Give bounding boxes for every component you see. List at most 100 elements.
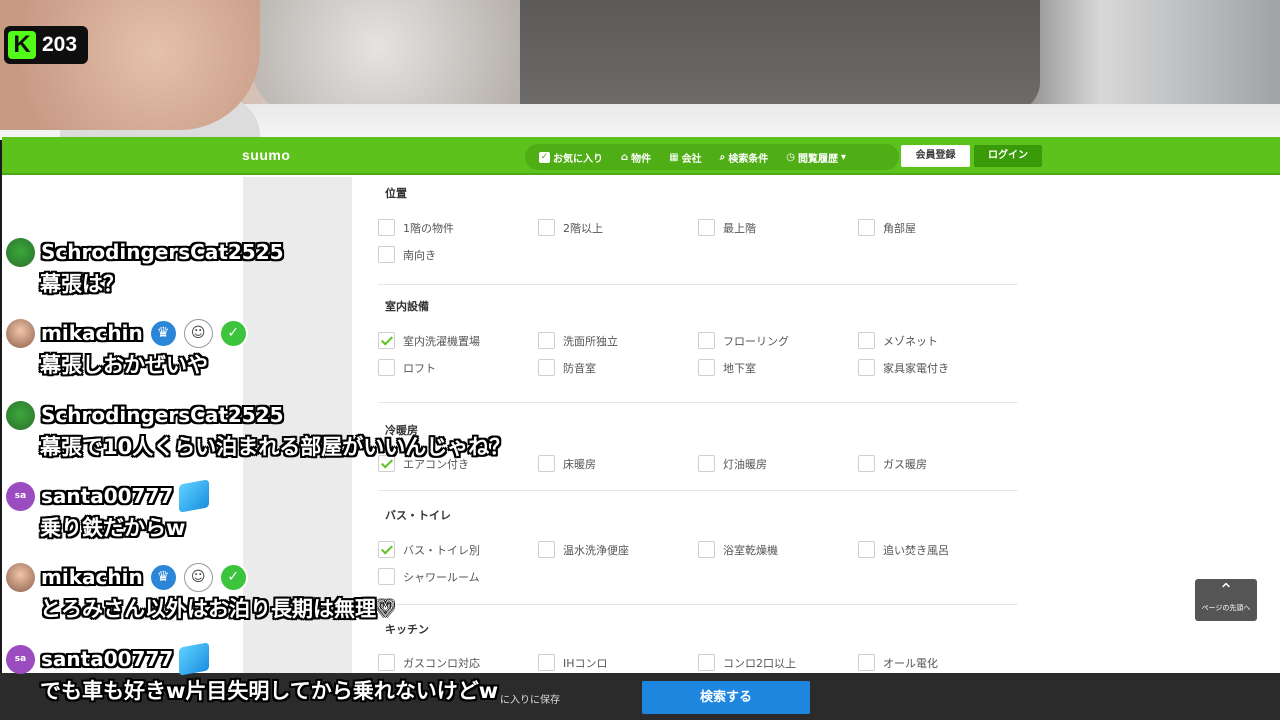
- option-label: バス・トイレ別: [403, 543, 480, 557]
- nav-properties-label: 物件: [631, 153, 652, 165]
- option-label: コンロ2口以上: [723, 656, 796, 670]
- avatar: [6, 400, 35, 430]
- chat-text: でも車も好きw片目失明してから乗れないけどw: [40, 679, 499, 703]
- option-checkbox[interactable]: オール電化: [858, 654, 938, 671]
- section-title: キッチン: [385, 623, 429, 636]
- checkbox[interactable]: [858, 359, 875, 376]
- option-checkbox[interactable]: 追い焚き風呂: [858, 541, 949, 558]
- checkbox[interactable]: [858, 332, 875, 349]
- checkbox[interactable]: [858, 455, 875, 472]
- checkbox[interactable]: [858, 541, 875, 558]
- chat-message: SchrodingersCat2525 幕張は？: [0, 236, 700, 298]
- option-checkbox[interactable]: バス・トイレ別: [378, 541, 480, 558]
- webcam-person: [520, 0, 1040, 112]
- checkbox[interactable]: [538, 219, 555, 236]
- clock-icon: ◷: [786, 151, 795, 163]
- chat-message-header: mikachin ♛ ☺ ✓: [0, 317, 700, 349]
- chat-username: mikachin: [41, 321, 143, 345]
- chat-message-header: sa santa00777: [0, 642, 700, 676]
- nav-properties[interactable]: ⌂ 物件: [621, 150, 651, 165]
- avatar: sa: [6, 481, 35, 511]
- option-checkbox[interactable]: コンロ2口以上: [698, 654, 796, 671]
- screen: K 203 suumo ✓ お気に入り ⌂ 物件 ▦ 会社 ⌕ 検索条件 ◷ 閲…: [0, 0, 1280, 720]
- checkbox[interactable]: [858, 219, 875, 236]
- chat-text: 幕張しおかぜいや: [40, 353, 208, 377]
- section-title: 室内設備: [385, 300, 429, 313]
- section-title: 位置: [385, 187, 407, 200]
- checkbox[interactable]: [378, 219, 395, 236]
- checkbox[interactable]: [698, 654, 715, 671]
- checkbox[interactable]: [698, 332, 715, 349]
- chat-message-header: SchrodingersCat2525: [0, 236, 700, 268]
- register-button[interactable]: 会員登録: [901, 145, 970, 167]
- option-checkbox[interactable]: ガス暖房: [858, 455, 927, 472]
- site-header: suumo ✓ お気に入り ⌂ 物件 ▦ 会社 ⌕ 検索条件 ◷ 閲覧履歴 ▾ …: [2, 137, 1280, 175]
- option-checkbox[interactable]: 浴室乾燥機: [698, 541, 778, 558]
- verified-badge-icon: ✓: [218, 318, 248, 348]
- chat-username: santa00777: [41, 484, 174, 508]
- chat-text: とろみさん以外はお泊り長期は無理♡: [40, 597, 395, 621]
- kick-logo-icon: K: [8, 31, 36, 59]
- option-label: 追い焚き風呂: [883, 543, 949, 557]
- chat-message: mikachin ♛ ☺ ✓ 幕張しおかぜいや: [0, 317, 700, 379]
- option-checkbox[interactable]: メゾネット: [858, 332, 938, 349]
- option-checkbox[interactable]: 1階の物件: [378, 219, 454, 236]
- checkbox[interactable]: [698, 359, 715, 376]
- option-checkbox[interactable]: フローリング: [698, 332, 789, 349]
- login-button[interactable]: ログイン: [974, 145, 1042, 167]
- viewer-count-badge: K 203: [4, 26, 88, 64]
- verified-badge-icon: ✓: [218, 562, 248, 592]
- checkbox[interactable]: [698, 541, 715, 558]
- chat-message: mikachin ♛ ☺ ✓ とろみさん以外はお泊り長期は無理♡: [0, 561, 700, 623]
- chat-username: SchrodingersCat2525: [41, 403, 284, 427]
- duck-badge-icon: ☺: [183, 318, 213, 348]
- avatar: [6, 318, 35, 348]
- home-icon: ⌂: [621, 151, 629, 163]
- nav-companies[interactable]: ▦ 会社: [669, 150, 701, 165]
- chat-message: sa santa00777 でも車も好きw片目失明してから乗れないけどw: [0, 642, 700, 705]
- option-checkbox[interactable]: 灯油暖房: [698, 455, 767, 472]
- avatar: sa: [6, 644, 35, 674]
- nav-companies-label: 会社: [681, 153, 702, 165]
- suumo-logo[interactable]: suumo: [242, 147, 290, 163]
- option-checkbox[interactable]: 2階以上: [538, 219, 603, 236]
- chevron-up-icon: ⌃: [1218, 580, 1234, 601]
- chat-message-header: sa santa00777: [0, 479, 700, 513]
- option-label: 角部屋: [883, 221, 916, 235]
- checkbox[interactable]: [698, 455, 715, 472]
- nav-history-label: 閲覧履歴: [797, 153, 838, 165]
- crown-badge-icon: ♛: [148, 562, 178, 592]
- checkbox[interactable]: [698, 219, 715, 236]
- webcam-hand: [0, 0, 260, 130]
- chat-username: mikachin: [41, 565, 143, 589]
- avatar: [6, 562, 35, 592]
- option-label: 温水洗浄便座: [563, 543, 629, 557]
- option-checkbox[interactable]: 家具家電付き: [858, 359, 949, 376]
- option-checkbox[interactable]: 角部屋: [858, 219, 916, 236]
- chevron-down-icon: ▾: [840, 151, 846, 163]
- option-checkbox[interactable]: 温水洗浄便座: [538, 541, 629, 558]
- avatar: [6, 237, 35, 267]
- checkbox[interactable]: [538, 541, 555, 558]
- checkbox-icon: ✓: [539, 151, 550, 163]
- chat-username: SchrodingersCat2525: [41, 240, 284, 264]
- subscriber-cube-icon: [179, 479, 210, 513]
- option-checkbox[interactable]: 地下室: [698, 359, 756, 376]
- option-checkbox[interactable]: 最上階: [698, 219, 756, 236]
- chat-text: 幕張は？: [40, 272, 124, 296]
- nav-history[interactable]: ◷ 閲覧履歴 ▾: [786, 150, 846, 165]
- page-top-button[interactable]: ⌃ ページの先頭へ: [1195, 579, 1257, 621]
- chat-message: SchrodingersCat2525 幕張で10人くらい泊まれる部屋がいいんじ…: [0, 399, 700, 461]
- checkbox[interactable]: [858, 654, 875, 671]
- option-label: 家具家電付き: [883, 361, 949, 375]
- option-label: オール電化: [883, 656, 938, 670]
- option-label: ガス暖房: [883, 457, 927, 471]
- nav-favorites[interactable]: ✓ お気に入り: [539, 150, 603, 165]
- subscriber-cube-icon: [179, 642, 210, 676]
- option-label: 地下室: [723, 361, 756, 375]
- checkbox[interactable]: [378, 541, 395, 558]
- option-label: 最上階: [723, 221, 756, 235]
- chat-text: 乗り鉄だからw: [40, 516, 186, 540]
- nav-search-conditions[interactable]: ⌕ 検索条件: [720, 150, 769, 165]
- nav-favorites-label: お気に入り: [553, 153, 603, 165]
